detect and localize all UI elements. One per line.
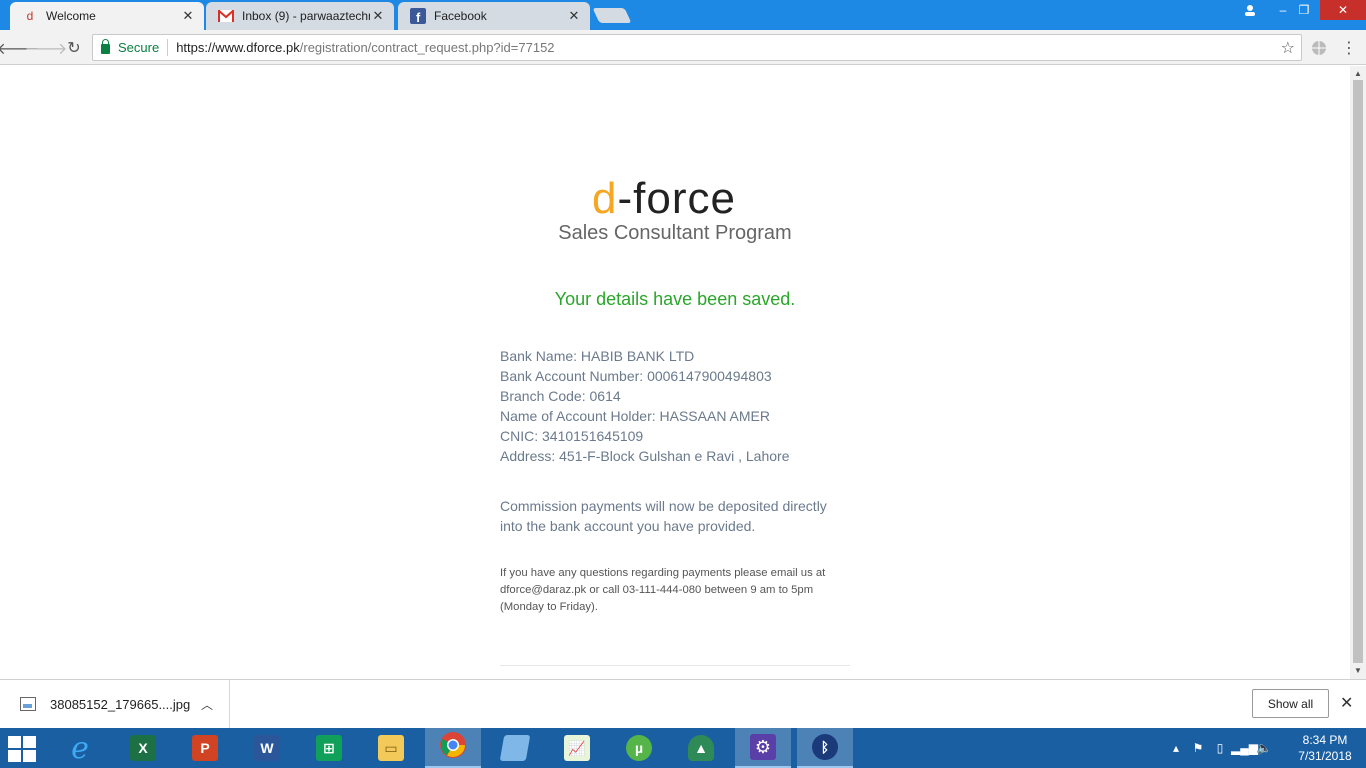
profile-icon[interactable] <box>1238 0 1262 20</box>
program-title: Sales Consultant Program <box>558 222 792 244</box>
cnic: CNIC: 3410151645109 <box>500 428 644 444</box>
tab-close-icon[interactable]: ✕ <box>566 8 582 24</box>
taskbar-bluetooth[interactable]: ᛒ <box>797 728 853 768</box>
tab-welcome[interactable]: d Welcome ✕ <box>10 2 204 30</box>
svg-text:f: f <box>416 10 421 24</box>
dforce-favicon-icon: d <box>26 9 34 23</box>
url-host: https://www.dforce.pk <box>176 40 300 55</box>
tab-inbox[interactable]: Inbox (9) - parwaaztechnology ✕ <box>206 2 394 30</box>
logo-rest: -force <box>617 174 736 223</box>
scroll-down-icon[interactable]: ▼ <box>1354 666 1362 675</box>
download-item[interactable]: 38085152_179665....jpg ︿ <box>12 680 230 728</box>
chevron-up-icon[interactable]: ︿ <box>201 696 213 713</box>
windows-start-icon[interactable] <box>8 736 36 762</box>
store-icon: ⊞ <box>316 735 342 761</box>
tray-expand-icon[interactable]: ▴ <box>1165 741 1187 755</box>
battery-icon[interactable]: ▯ <box>1209 741 1231 755</box>
window-close-icon[interactable]: ✕ <box>1320 0 1366 20</box>
folder-icon: ▭ <box>378 735 404 761</box>
taskbar-internet-explorer[interactable]: e <box>52 728 108 768</box>
bank-name: Bank Name: HABIB BANK LTD <box>500 348 695 364</box>
internet-explorer-icon: e <box>71 730 89 766</box>
utorrent-icon: µ <box>626 735 652 761</box>
taskbar-chart-app[interactable]: 📈 <box>549 728 605 768</box>
success-message: Your details have been saved. <box>554 289 796 309</box>
download-filename: 38085152_179665....jpg <box>50 696 191 712</box>
tab-close-icon[interactable]: ✕ <box>180 8 196 24</box>
account-holder: Name of Account Holder: HASSAAN AMER <box>500 408 770 424</box>
notes-icon <box>499 735 531 761</box>
secure-label: Secure <box>118 40 160 55</box>
url-path: /registration/contract_request.php?id=77… <box>299 40 555 55</box>
word-icon: W <box>254 735 280 761</box>
taskbar-notes[interactable] <box>487 728 543 768</box>
taskbar-excel[interactable]: X <box>115 728 171 768</box>
network-icon[interactable]: ▂▄▆ <box>1231 741 1258 755</box>
tab-title: Inbox (9) - parwaaztechnology <box>242 9 370 23</box>
forward-arrow-icon[interactable]: 🡒 <box>25 37 68 59</box>
divider <box>500 665 850 666</box>
taskbar-chrome[interactable] <box>425 728 481 768</box>
tab-title: Welcome <box>46 9 96 23</box>
tab-title: Facebook <box>434 9 487 23</box>
system-clock[interactable]: 8:34 PM 7/31/2018 <box>1290 732 1360 764</box>
url-text[interactable]: https://www.dforce.pk/registration/contr… <box>168 40 554 55</box>
taskbar-utorrent[interactable]: µ <box>611 728 667 768</box>
bank-details: Bank Name: HABIB BANK LTD Bank Account N… <box>500 346 789 466</box>
bluetooth-icon: ᛒ <box>812 734 838 760</box>
scroll-up-icon[interactable]: ▲ <box>1354 69 1362 78</box>
gear-icon: ⚙ <box>750 734 776 760</box>
gmail-icon <box>218 8 234 24</box>
tab-close-icon[interactable]: ✕ <box>370 8 386 24</box>
tab-strip: d Welcome ✕ Inbox (9) - parwaaztechnolog… <box>0 0 1366 30</box>
excel-icon: X <box>130 735 156 761</box>
secure-indicator[interactable]: Secure <box>93 39 169 56</box>
taskbar-store[interactable]: ⊞ <box>301 728 357 768</box>
tab-facebook[interactable]: f Facebook ✕ <box>398 2 590 30</box>
flag-icon[interactable]: ⚑ <box>1187 741 1209 755</box>
address-bar[interactable]: Secure https://www.dforce.pk/registratio… <box>92 34 1302 61</box>
lock-icon <box>101 39 110 54</box>
powerpoint-icon: P <box>192 735 218 761</box>
clock-time: 8:34 PM <box>1302 733 1348 747</box>
download-bar: 38085152_179665....jpg ︿ Show all ✕ <box>0 679 1366 728</box>
show-all-button[interactable]: Show all <box>1252 689 1329 718</box>
browser-toolbar: 🡐 🡒 ↻ Secure https://www.dforce.pk/regis… <box>0 30 1366 65</box>
vertical-scrollbar[interactable]: ▲ ▼ <box>1350 66 1366 679</box>
clock-date: 7/31/2018 <box>1298 749 1352 763</box>
contact-note: If you have any questions regarding paym… <box>500 567 826 613</box>
facebook-icon: f <box>410 8 426 24</box>
image-file-icon <box>20 697 36 711</box>
system-tray: ▴ ⚑ ▯ ▂▄▆ 🔈 <box>1165 728 1275 768</box>
taskbar-word[interactable]: W <box>239 728 295 768</box>
chart-app-icon: 📈 <box>564 735 590 761</box>
rocket-icon: ▲ <box>688 735 714 761</box>
reload-icon[interactable]: ↻ <box>63 37 85 59</box>
new-tab-button[interactable] <box>592 8 632 23</box>
taskbar-settings[interactable]: ⚙ <box>735 728 791 768</box>
dforce-logo: d-force <box>592 174 736 224</box>
taskbar-powerpoint[interactable]: P <box>177 728 233 768</box>
restore-icon[interactable]: ❐ <box>1292 0 1316 20</box>
branch-code: Branch Code: 0614 <box>500 388 621 404</box>
scroll-thumb[interactable] <box>1353 80 1363 663</box>
address: Address: 451-F-Block Gulshan e Ravi , La… <box>500 448 790 464</box>
extension-globe-icon[interactable] <box>1308 37 1330 59</box>
account-number: Bank Account Number: 0006147900494803 <box>500 368 772 384</box>
taskbar-file-explorer[interactable]: ▭ <box>363 728 419 768</box>
logo-d: d <box>592 174 618 223</box>
bookmark-star-icon[interactable]: ☆ <box>1281 38 1295 58</box>
windows-taskbar: e X P W ⊞ ▭ 📈 µ ▲ ⚙ ᛒ ▴ ⚑ ▯ ▂▄▆ 🔈 8:34 P… <box>0 728 1366 768</box>
taskbar-rocket-app[interactable]: ▲ <box>673 728 729 768</box>
download-bar-close-icon[interactable]: ✕ <box>1340 693 1353 713</box>
chrome-icon <box>439 731 467 764</box>
commission-note: Commission payments will now be deposite… <box>500 498 827 534</box>
volume-icon[interactable]: 🔈 <box>1253 741 1275 755</box>
menu-kebab-icon[interactable]: ⋮ <box>1338 37 1360 59</box>
